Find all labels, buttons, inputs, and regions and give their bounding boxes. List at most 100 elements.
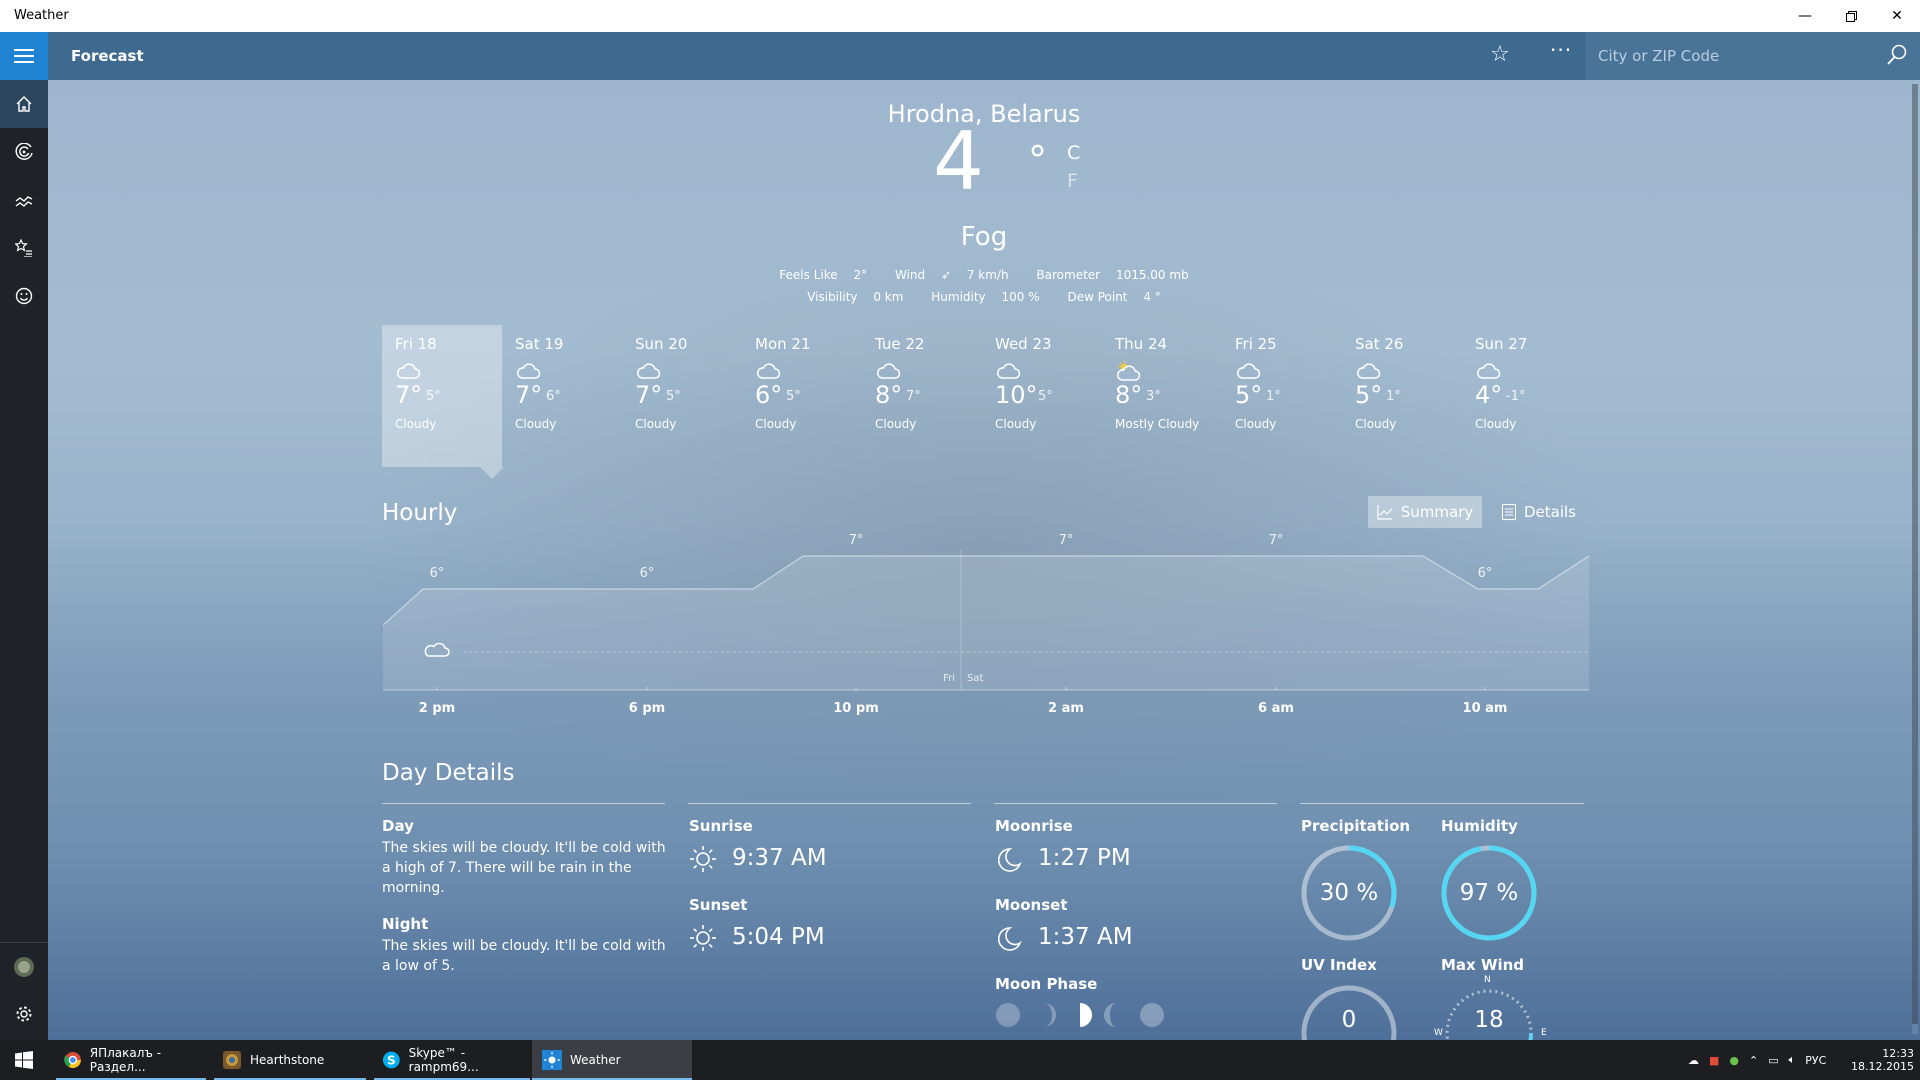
day-forecast-card[interactable]: Tue 22 8° 7° Cloudy	[862, 325, 982, 467]
day-forecast-card[interactable]: Sun 27 4° -1° Cloudy	[1462, 325, 1582, 467]
clock[interactable]: 12:33 18.12.2015	[1851, 1040, 1914, 1080]
humidity-value: 100 %	[1001, 290, 1040, 304]
moon-phase-half	[1080, 1003, 1092, 1027]
taskbar-item-browser[interactable]: ЯПлакалъ - Раздел...	[56, 1040, 206, 1080]
hour-temp-label: 6°	[640, 566, 655, 581]
wind-value: 7 km/h	[966, 268, 1009, 282]
day-low-temp: 3°	[1146, 389, 1161, 404]
taskbar-item-hearthstone[interactable]: Hearthstone	[214, 1040, 366, 1080]
day-name: Fri 25	[1235, 335, 1277, 353]
home-icon	[16, 96, 32, 112]
close-button[interactable]: ✕	[1874, 0, 1920, 32]
divider	[688, 803, 971, 804]
unit-celsius-toggle[interactable]: C	[1067, 142, 1080, 164]
night-label: Night	[382, 915, 429, 933]
day-high-temp: 7°	[395, 381, 423, 409]
day-name: Tue 22	[875, 335, 925, 353]
volume-icon[interactable]: 🔈︎	[1789, 1053, 1796, 1067]
day-forecast-card[interactable]: Wed 23 10° 5° Cloudy	[982, 325, 1102, 467]
degree-symbol: °	[1028, 138, 1047, 182]
day-forecast-card[interactable]: Sat 19 7° 6° Cloudy	[502, 325, 622, 467]
day-low-temp: 1°	[1266, 389, 1281, 404]
network-icon[interactable]: ▭	[1768, 1054, 1778, 1067]
day-low-temp: 1°	[1386, 389, 1401, 404]
moon-phase-full	[1140, 1003, 1164, 1027]
day-high-temp: 10°	[995, 381, 1038, 409]
search-icon[interactable]	[1886, 44, 1908, 66]
day-condition: Cloudy	[1355, 417, 1397, 431]
day-name: Sun 20	[635, 335, 688, 353]
start-button[interactable]	[0, 1040, 48, 1080]
sun-icon	[690, 925, 716, 951]
day-forecast-card[interactable]: Thu 24 8° 3° Mostly Cloudy	[1102, 325, 1222, 467]
day-condition: Cloudy	[395, 417, 437, 431]
restore-button[interactable]	[1828, 0, 1874, 32]
moonrise-label: Moonrise	[995, 817, 1073, 835]
places-nav-button[interactable]	[0, 224, 48, 272]
sunset-time: 5:04 PM	[732, 924, 825, 950]
humidity-detail-value: 97 %	[1459, 880, 1519, 906]
day-forecast-card[interactable]: Fri 25 5° 1° Cloudy	[1222, 325, 1342, 467]
language-indicator[interactable]: РУС	[1805, 1054, 1826, 1067]
favorite-star-button[interactable]: ☆	[1490, 42, 1510, 67]
day-forecast-card[interactable]: Sat 26 5° 1° Cloudy	[1342, 325, 1462, 467]
weather-sun-icon	[542, 1050, 562, 1070]
moonset-time: 1:37 AM	[1038, 924, 1133, 950]
tray-expand-icon[interactable]: ⌃	[1749, 1054, 1758, 1067]
chrome-icon	[64, 1052, 81, 1068]
taskbar-item-weather[interactable]: Weather	[532, 1040, 692, 1080]
chart-icon	[15, 196, 33, 207]
hourly-chart: 6° 2 pm 6° 6 pm 7° 10 pm 7° 2 am 7° 6 am 6° 10 am Fr…	[383, 533, 1589, 716]
settings-button[interactable]	[0, 990, 48, 1038]
taskbar-label: ЯПлакалъ - Раздел...	[89, 1046, 162, 1074]
day-condition: Cloudy	[875, 417, 917, 431]
home-nav-button[interactable]	[0, 80, 48, 128]
account-button[interactable]	[0, 942, 48, 990]
wind-arrow-icon: ➶	[940, 268, 951, 282]
unit-fahrenheit-toggle[interactable]: F	[1067, 170, 1078, 192]
precipitation-value: 30 %	[1319, 880, 1379, 906]
antivirus-icon[interactable]: ■	[1709, 1054, 1719, 1067]
uv-index-value: 0	[1341, 1007, 1357, 1033]
hour-tick-label: 2 pm	[419, 701, 455, 716]
day-forecast-card[interactable]: Mon 21 6° 5° Cloudy	[742, 325, 862, 467]
day-forecast-card[interactable]: Sun 20 7° 5° Cloudy	[622, 325, 742, 467]
day-low-temp: 6°	[546, 389, 561, 404]
moon-phase-crescent	[1044, 1003, 1056, 1027]
list-icon	[1501, 504, 1516, 520]
hour-temp-label: 6°	[430, 566, 445, 581]
historical-nav-button[interactable]	[0, 176, 48, 224]
day-low-temp: 5°	[786, 389, 801, 404]
scrollbar-thumb[interactable]	[1912, 84, 1918, 1024]
moonrise-time: 1:27 PM	[1038, 845, 1131, 871]
barometer-value: 1015.00 mb	[1115, 268, 1189, 282]
hour-temp-label: 7°	[1059, 533, 1074, 548]
day-forecast-card[interactable]: Fri 18 7° 5° Cloudy	[382, 325, 502, 467]
selected-day-pointer	[480, 467, 504, 479]
hour-temp-label: 6°	[1478, 566, 1493, 581]
tray-app-icon[interactable]: ●	[1729, 1054, 1739, 1067]
hamburger-menu-button[interactable]	[0, 32, 48, 80]
maps-nav-button[interactable]	[0, 128, 48, 176]
clock-time: 12:33	[1882, 1047, 1914, 1060]
onedrive-icon[interactable]: ☁	[1688, 1054, 1699, 1067]
max-wind-value: 18	[1474, 1007, 1504, 1033]
feedback-nav-button[interactable]	[0, 272, 48, 320]
taskbar-label: Weather	[570, 1053, 621, 1067]
minimize-button[interactable]: —	[1782, 0, 1828, 32]
svg-text:S: S	[387, 1054, 396, 1068]
summary-tab-button[interactable]: Summary	[1368, 496, 1482, 528]
day-name: Wed 23	[995, 335, 1052, 353]
taskbar-item-skype[interactable]: S Skype™ - rampm69...	[374, 1040, 530, 1080]
day-low-temp: 5°	[1038, 389, 1053, 404]
day-condition: Cloudy	[515, 417, 557, 431]
day-high-temp: 5°	[1235, 381, 1263, 409]
details-tab-button[interactable]: Details	[1494, 496, 1584, 528]
more-options-button[interactable]: ···	[1550, 38, 1572, 62]
hour-tick-label: 2 am	[1048, 701, 1084, 716]
divider	[994, 803, 1277, 804]
hour-tick-label: 10 am	[1463, 701, 1508, 716]
clock-date: 18.12.2015	[1851, 1060, 1914, 1073]
day-condition: Cloudy	[1475, 417, 1517, 431]
search-input[interactable]	[1598, 44, 1868, 68]
